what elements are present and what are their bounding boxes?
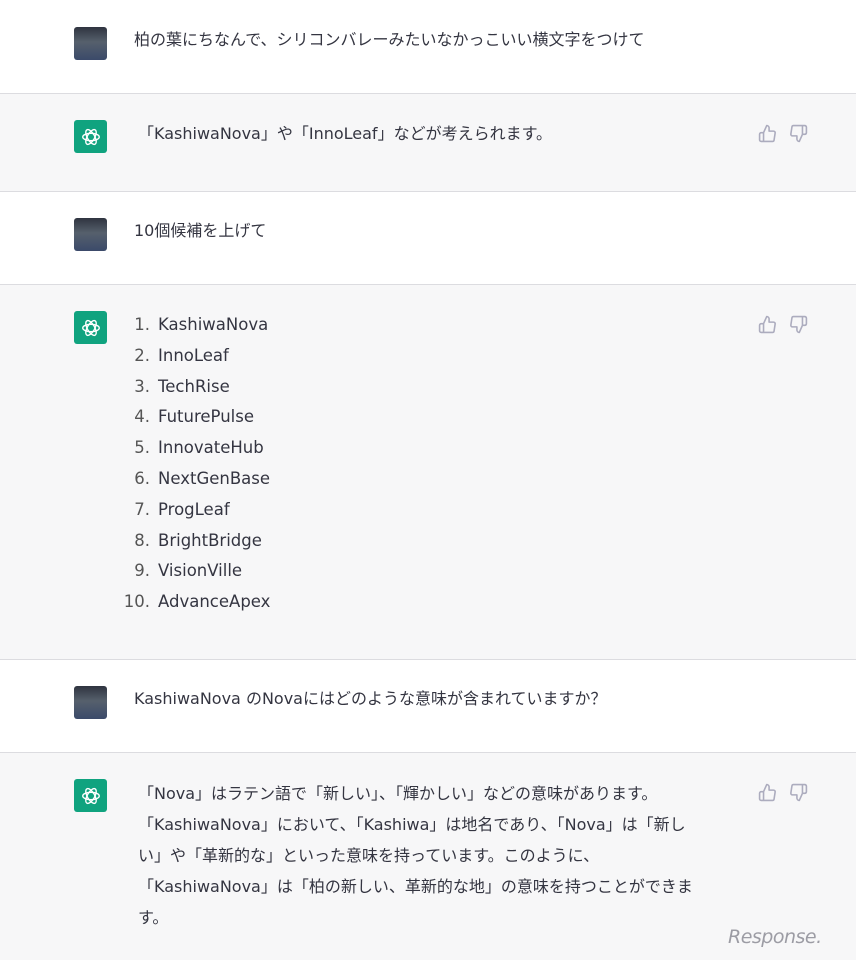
response-watermark: Response.	[728, 926, 822, 948]
user-avatar	[74, 27, 107, 60]
thumbs-down-icon[interactable]	[789, 124, 808, 143]
list-number: 6.	[134, 468, 150, 488]
list-text: InnoLeaf	[158, 345, 229, 365]
user-avatar	[74, 686, 107, 719]
list-number: 1.	[134, 315, 150, 334]
assistant-message-text: 「KashiwaNova」や「InnoLeaf」などが考えられます。	[138, 124, 552, 143]
user-message-1: 柏の葉にちなんで、シリコンバレーみたいなかっこいい横文字をつけて	[0, 0, 856, 94]
assistant-message-text: 「Nova」はラテン語で「新しい」、「輝かしい」などの意味があります。 「Kas…	[138, 778, 738, 933]
thumbs-up-icon[interactable]	[758, 124, 777, 143]
list-number: 5.	[134, 438, 150, 458]
list-number: 7.	[134, 499, 150, 519]
feedback-buttons	[758, 315, 808, 334]
paragraph-line: 「KashiwaNova」において、「Kashiwa」は地名であり、「Nova」…	[138, 815, 686, 834]
list-item: 6. NextGenBase	[120, 464, 270, 495]
thumbs-up-icon[interactable]	[758, 315, 777, 334]
list-item: 5. InnovateHub	[120, 433, 270, 464]
paragraph-line: 「Nova」はラテン語で「新しい」、「輝かしい」などの意味があります。	[138, 784, 658, 803]
list-text: VisionVille	[158, 561, 243, 581]
list-number: 2.	[134, 345, 150, 365]
list-item: 1. KashiwaNova	[120, 310, 270, 341]
list-item: 9. VisionVille	[120, 556, 270, 587]
assistant-message-1: 「KashiwaNova」や「InnoLeaf」などが考えられます。	[0, 94, 856, 192]
user-message-text: KashiwaNova のNovaにはどのような意味が含まれていますか？	[134, 689, 607, 708]
list-text: AdvanceApex	[158, 592, 271, 612]
list-item: 2. InnoLeaf	[120, 341, 270, 372]
list-item: 8. BrightBridge	[120, 526, 270, 557]
list-text: InnovateHub	[158, 438, 264, 458]
list-text: FuturePulse	[158, 407, 254, 427]
openai-logo-icon	[74, 779, 107, 812]
list-item: 7. ProgLeaf	[120, 495, 270, 526]
user-message-3: KashiwaNova のNovaにはどのような意味が含まれていますか？	[0, 660, 856, 753]
list-number: 10.	[123, 592, 150, 612]
feedback-buttons	[758, 783, 808, 802]
list-number: 3.	[134, 376, 150, 396]
user-message-2: 10個候補を上げて	[0, 192, 856, 285]
thumbs-down-icon[interactable]	[789, 783, 808, 802]
list-item: 3. TechRise	[120, 372, 270, 403]
list-text: KashiwaNova	[158, 315, 269, 334]
list-number: 4.	[134, 407, 150, 427]
list-text: NextGenBase	[158, 468, 271, 488]
list-item: 10. AdvanceApex	[120, 587, 271, 618]
openai-logo-icon	[74, 120, 107, 153]
list-number: 8.	[134, 530, 150, 550]
feedback-buttons	[758, 124, 808, 143]
list-text: BrightBridge	[158, 530, 262, 550]
candidate-list: 1. KashiwaNova 2. InnoLeaf 3. TechRise 4. Fu…	[120, 310, 271, 618]
list-number: 9.	[134, 561, 150, 581]
list-text: ProgLeaf	[158, 499, 230, 519]
thumbs-down-icon[interactable]	[789, 315, 808, 334]
paragraph-line: い」や「革新的な」といった意味を持っています。このように、	[138, 846, 600, 865]
paragraph-line: 「KashiwaNova」は「柏の新しい、革新的な地」の意味を持つことができま	[138, 877, 693, 896]
list-item: 4. FuturePulse	[120, 402, 270, 433]
user-avatar	[74, 218, 107, 251]
openai-logo-icon	[74, 311, 107, 344]
user-message-text: 10個候補を上げて	[134, 221, 267, 240]
paragraph-line: す。	[138, 908, 169, 927]
user-message-text: 柏の葉にちなんで、シリコンバレーみたいなかっこいい横文字をつけて	[134, 30, 645, 49]
list-text: TechRise	[158, 376, 230, 396]
thumbs-up-icon[interactable]	[758, 783, 777, 802]
